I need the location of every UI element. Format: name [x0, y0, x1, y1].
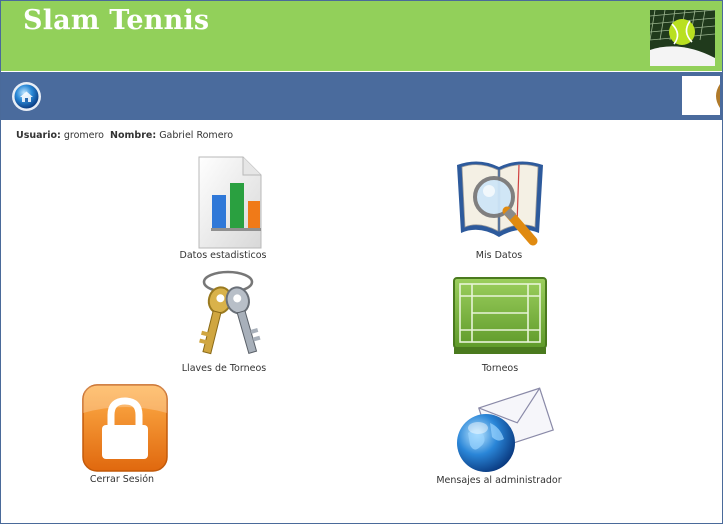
nav-bar [1, 72, 722, 120]
nav-corner-image [682, 76, 720, 115]
tennis-court-icon [453, 277, 547, 354]
menu-label: Mis Datos [475, 250, 523, 261]
menu-label: Mensajes al administrador [436, 475, 562, 486]
padlock-icon [82, 384, 168, 472]
usuario-value: gromero [63, 130, 104, 141]
nombre-value: Gabriel Romero [159, 130, 234, 141]
menu-label: Torneos [481, 363, 519, 374]
menu-torneos[interactable]: Torneos [450, 272, 550, 374]
globe-envelope-icon [457, 387, 554, 472]
usuario-label: Usuario: [16, 130, 61, 141]
menu-label: Datos estadisticos [179, 250, 267, 261]
menu-label: Llaves de Torneos [181, 363, 267, 374]
keys-icon [199, 270, 261, 355]
menu-mensajes-al-administrador[interactable]: Mensajes al administrador [428, 383, 570, 486]
user-info: Usuario: gromero Nombre: Gabriel Romero [16, 130, 233, 141]
tennis-ball-photo [650, 10, 715, 66]
menu-llaves-de-torneos[interactable]: Llaves de Torneos [168, 268, 280, 374]
site-title: Slam Tennis [23, 5, 210, 36]
menu-mis-datos[interactable]: Mis Datos [440, 155, 558, 261]
menu-cerrar-sesion[interactable]: Cerrar Sesión [80, 383, 168, 485]
nombre-label: Nombre: [110, 130, 157, 141]
home-globe-icon[interactable] [11, 81, 42, 112]
book-magnifier-icon [457, 161, 543, 246]
menu-datos-estadisticos[interactable]: Datos estadisticos [165, 155, 281, 261]
site-header: Slam Tennis [1, 1, 722, 71]
menu-label: Cerrar Sesión [89, 474, 155, 485]
bar-chart-document-icon [198, 156, 262, 249]
